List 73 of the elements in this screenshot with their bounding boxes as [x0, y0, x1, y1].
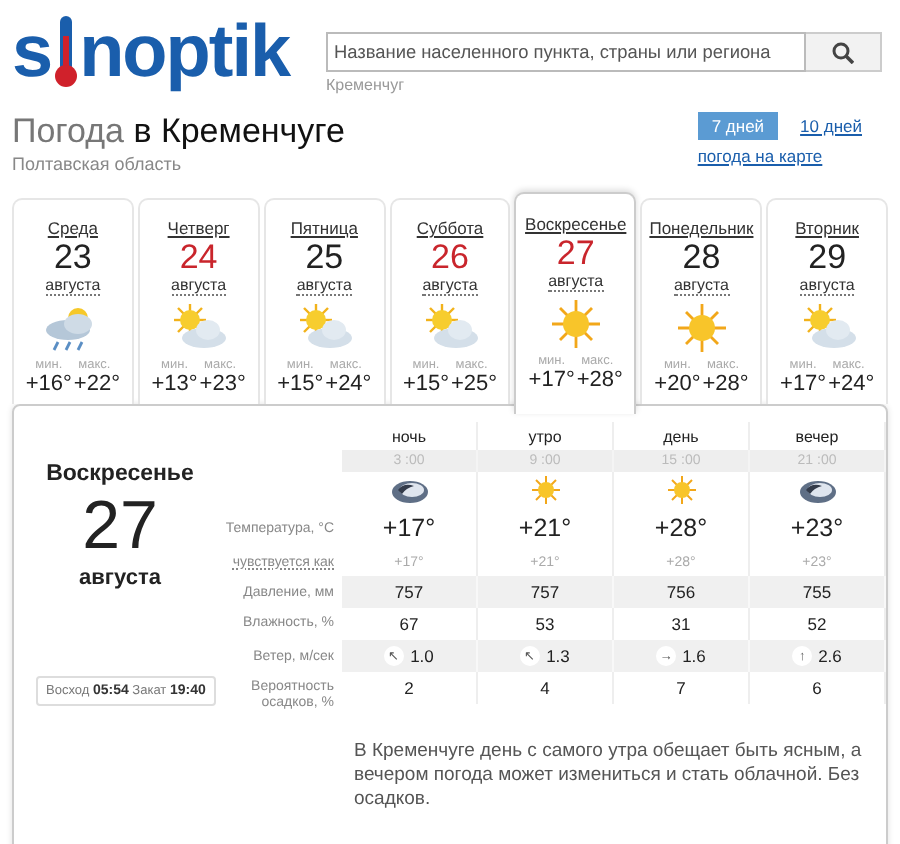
table-cell: 67	[399, 614, 419, 634]
moon-cloud-icon	[389, 476, 429, 504]
month-link: августа	[45, 276, 101, 296]
day-number: 26	[431, 238, 469, 276]
month-link: августа	[799, 276, 855, 296]
month-link: августа	[548, 272, 604, 292]
day-number: 24	[179, 238, 218, 276]
weekday-link[interactable]: Вторник	[795, 218, 859, 238]
table-cell: 2.6	[818, 646, 842, 666]
thermometer-icon	[53, 16, 78, 88]
table-cell: +23°	[790, 514, 844, 542]
min-temp: +16°	[25, 372, 72, 396]
detail-month: августа	[79, 566, 161, 590]
month-link: августа	[171, 276, 227, 296]
month-link: августа	[422, 276, 478, 296]
table-cell: 53	[535, 614, 555, 634]
table-cell: 6	[812, 678, 822, 698]
month-link: августа	[673, 276, 729, 296]
view-tab[interactable]: 10 дней	[790, 112, 872, 140]
table-cell: 756	[666, 582, 696, 602]
weekday-link[interactable]: Воскресенье	[525, 214, 627, 234]
table-cell: 52	[807, 614, 827, 634]
table-cell: 4	[540, 678, 550, 698]
table-cell: 757	[394, 582, 424, 602]
min-temp: +17°	[780, 372, 827, 396]
max-temp: +25°	[451, 372, 498, 396]
region-text: Полтавская область	[12, 154, 184, 174]
weekday-link[interactable]: Пятница	[290, 218, 358, 238]
month-link: августа	[296, 276, 352, 296]
min-temp: +13°	[151, 372, 198, 396]
map-link[interactable]: погода на карте	[697, 146, 823, 166]
table-cell: 7	[676, 678, 686, 698]
table-cell: +21°	[518, 514, 572, 542]
weekday-link[interactable]: Среда	[47, 218, 98, 238]
forecast-description: В Кременчуге день с самого утра обещает быть ясным, а вечером погода может измениться и стать облачной. Без осадков.	[354, 740, 864, 812]
max-temp: +22°	[73, 372, 120, 396]
table-cell: 2	[404, 678, 414, 698]
table-cell: 1.6	[682, 646, 706, 666]
search-field[interactable]: Название населенного пункта, страны или региона	[326, 32, 806, 72]
search-icon	[832, 41, 854, 63]
weekday-link[interactable]: Суббота	[416, 218, 484, 238]
min-temp: +17°	[528, 368, 575, 392]
day-number: 25	[305, 238, 344, 276]
table-cell: 31	[671, 614, 691, 634]
day-number: 29	[808, 238, 847, 276]
search-button[interactable]	[806, 32, 882, 72]
detail-weekday: Воскресенье	[46, 462, 194, 486]
max-temp: +28°	[702, 372, 749, 396]
max-temp: +24°	[828, 372, 875, 396]
day-number: 28	[682, 238, 721, 276]
table-cell: +17°	[382, 514, 436, 542]
min-temp: +15°	[402, 372, 449, 396]
sun-icon	[529, 476, 561, 504]
page-title: Погода в Кременчуге	[12, 112, 345, 150]
weekday-link[interactable]: Понедельник	[649, 218, 754, 238]
table-cell: 755	[802, 582, 832, 602]
table-cell: 1.0	[410, 646, 434, 666]
max-temp: +23°	[199, 372, 246, 396]
min-temp: +15°	[277, 372, 324, 396]
sun-icon	[665, 476, 697, 504]
min-temp: +20°	[654, 372, 701, 396]
max-temp: +24°	[325, 372, 372, 396]
logo-text: noptik	[79, 12, 290, 92]
max-temp: +28°	[576, 368, 623, 392]
table-cell: +28°	[654, 514, 708, 542]
logo-text: s	[12, 12, 52, 92]
weekday-link[interactable]: Четверг	[167, 218, 230, 238]
detail-day-number: 27	[82, 486, 158, 566]
table-cell: 1.3	[546, 646, 570, 666]
table-cell: 757	[530, 582, 560, 602]
day-number: 23	[53, 238, 92, 276]
moon-cloud-icon	[797, 476, 837, 504]
day-number: 27	[556, 234, 595, 272]
